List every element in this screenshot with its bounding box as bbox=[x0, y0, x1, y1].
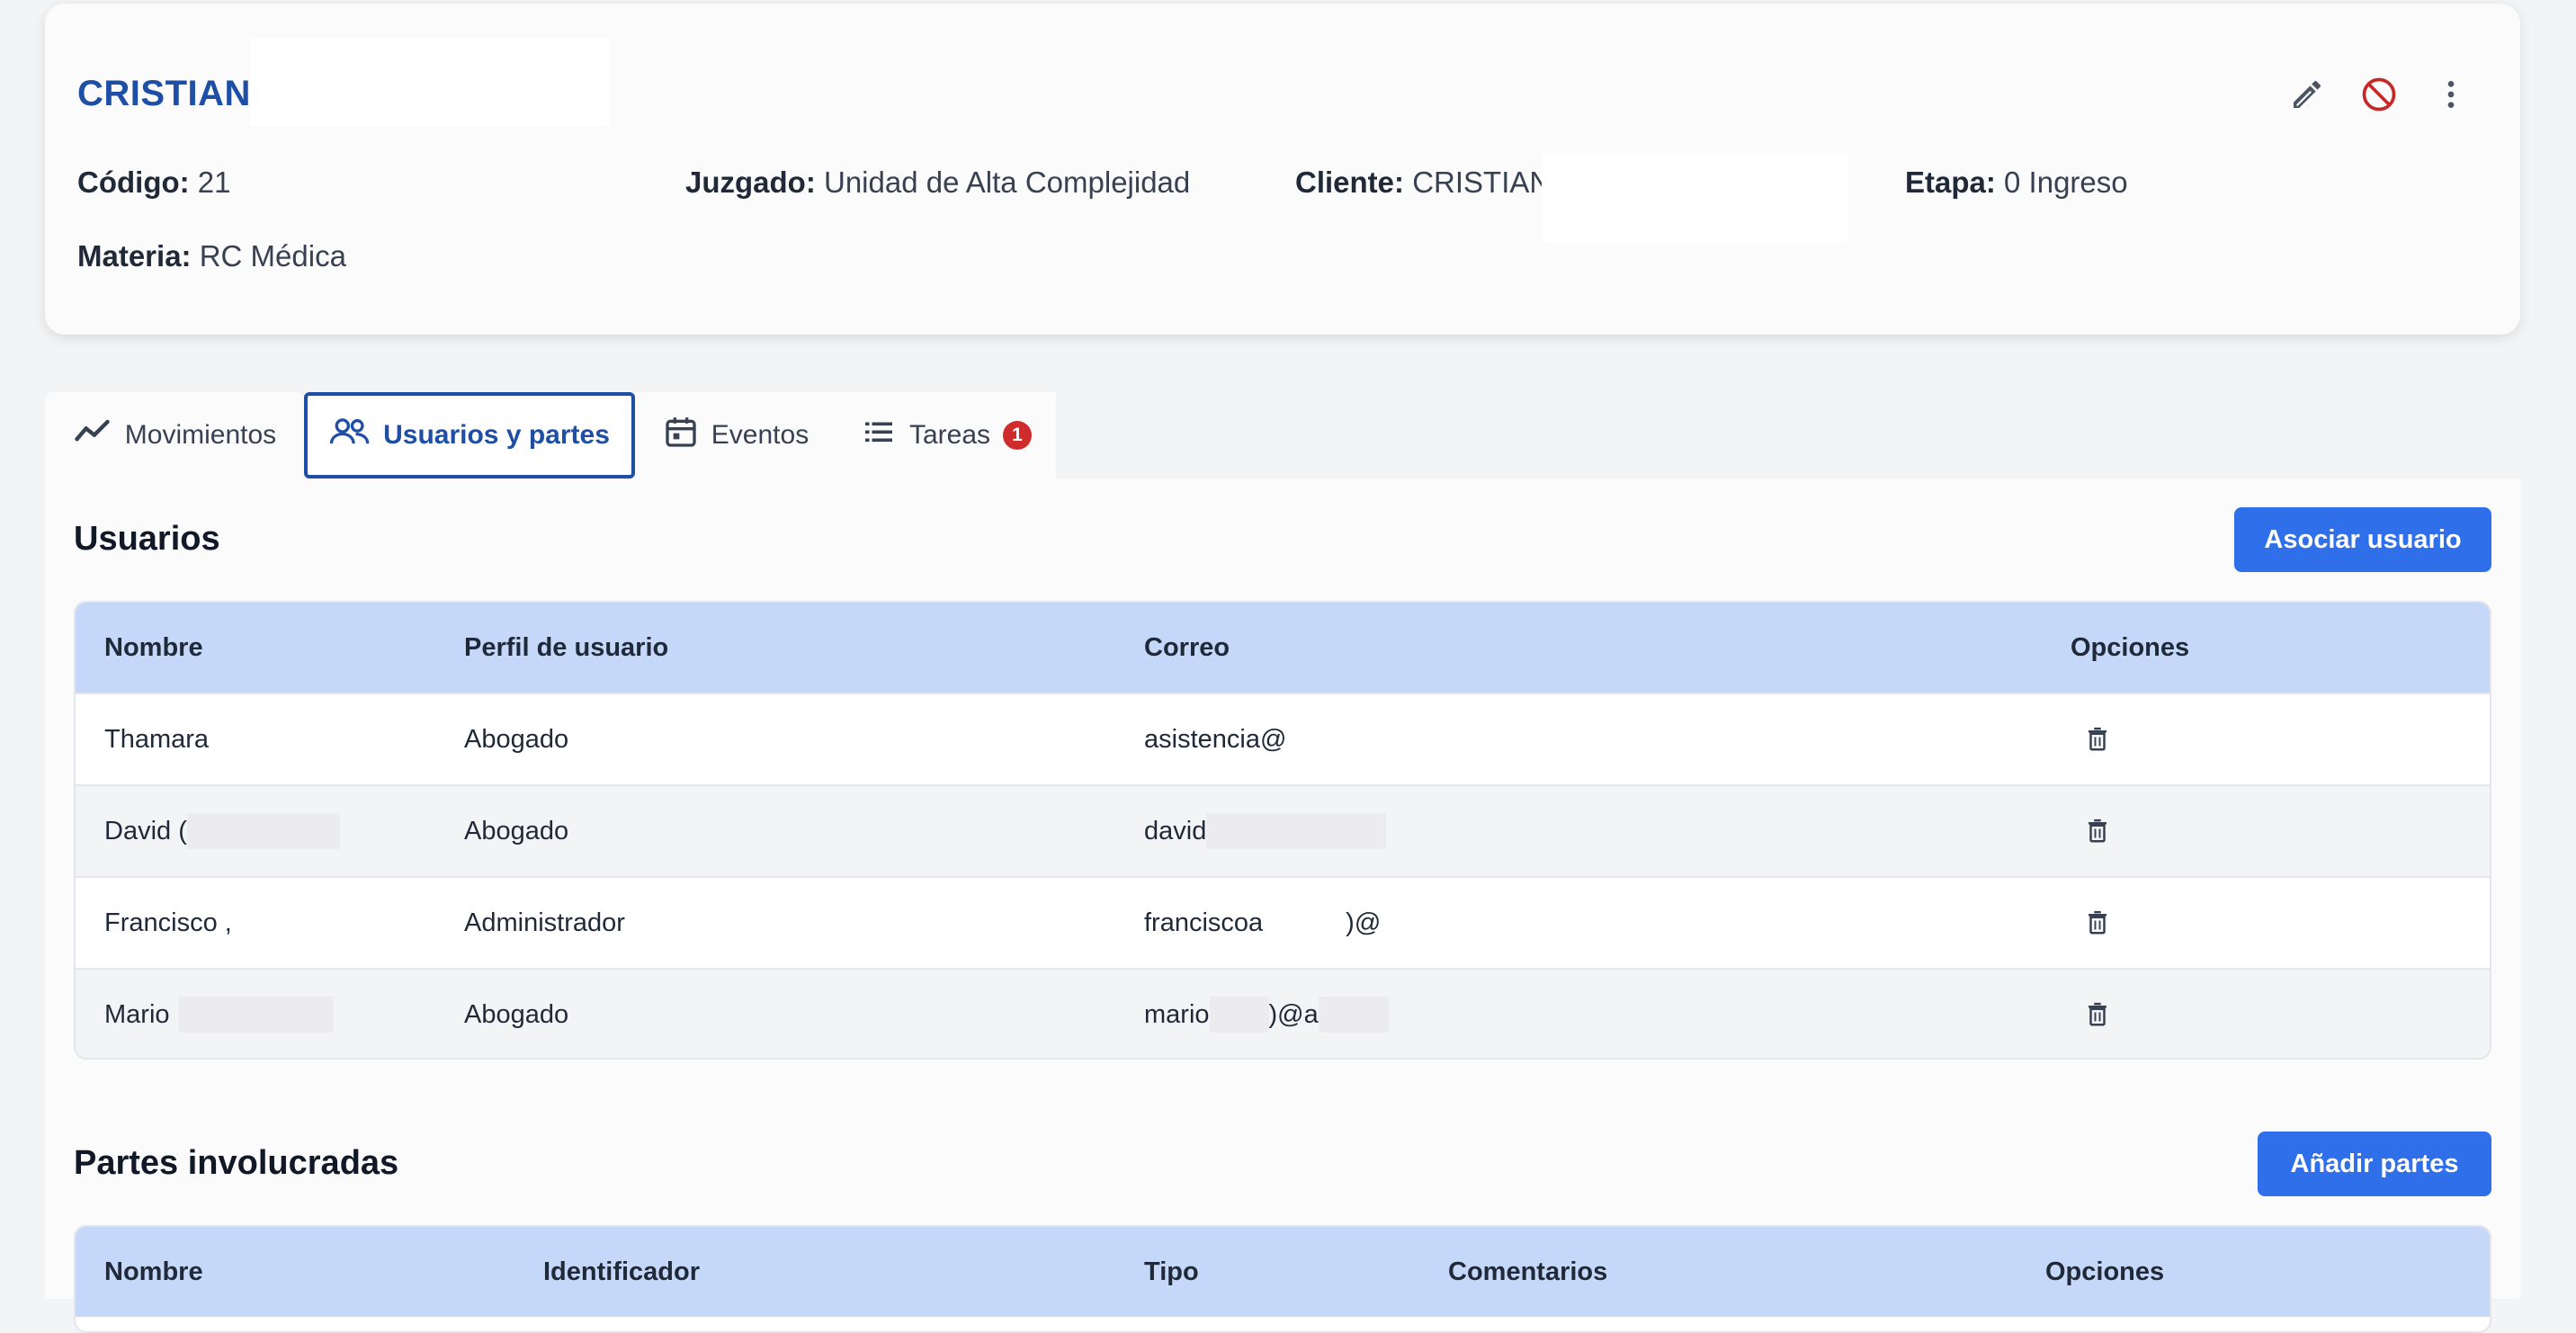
cell-perfil: Abogado bbox=[464, 999, 569, 1029]
table-row: Thamara Abogado asistencia@ bbox=[76, 693, 2490, 784]
asociar-usuario-button[interactable]: Asociar usuario bbox=[2234, 507, 2491, 572]
column-header: Correo bbox=[1144, 632, 1230, 662]
trending-icon bbox=[73, 412, 112, 459]
tab-label: Usuarios y partes bbox=[383, 420, 610, 450]
cell-nombre: David ( bbox=[104, 786, 340, 876]
tab-usuarios-y-partes[interactable]: Usuarios y partes bbox=[304, 392, 635, 479]
table-header: Nombre Perfil de usuario Correo Opciones bbox=[76, 603, 2490, 693]
tab-movimientos[interactable]: Movimientos bbox=[45, 392, 304, 479]
tab-bar: Movimientos Usuarios y partes Eventos Ta… bbox=[45, 392, 1056, 479]
cell-correo: david bbox=[1144, 786, 1387, 876]
column-header: Comentarios bbox=[1448, 1257, 1608, 1286]
cell-text: )@ bbox=[1346, 908, 1382, 937]
cell-nombre: Mario bbox=[104, 970, 334, 1058]
field-label: Materia: bbox=[77, 239, 192, 273]
field-label: Cliente: bbox=[1295, 166, 1405, 199]
delete-icon[interactable] bbox=[2080, 721, 2115, 757]
redacted-block bbox=[1263, 902, 1346, 944]
case-header-card: CRISTIAN Código: 21 Juzgado: Unidad de A… bbox=[45, 4, 2520, 335]
cell-text: mario bbox=[1144, 999, 1210, 1029]
delete-icon[interactable] bbox=[2080, 813, 2115, 849]
column-header: Perfil de usuario bbox=[464, 632, 669, 662]
cell-text: asistencia@ bbox=[1144, 724, 1287, 754]
cell-perfil: Abogado bbox=[464, 816, 569, 845]
field-cliente: Cliente: CRISTIAN bbox=[1295, 166, 1551, 200]
cell-opciones bbox=[2080, 786, 2115, 876]
cell-nombre: Thamara bbox=[104, 694, 371, 784]
cell-correo: mario )@a bbox=[1144, 970, 1389, 1058]
block-icon[interactable] bbox=[2358, 74, 2400, 115]
cell-nombre: Francisco , bbox=[104, 878, 376, 968]
table-row: Francisco , Administrador franciscoa )@ bbox=[76, 876, 2490, 968]
table-row: Mario Abogado mario )@a bbox=[76, 968, 2490, 1058]
table-header: Nombre Identificador Tipo Comentarios Op… bbox=[76, 1227, 2490, 1317]
cell-opciones bbox=[2080, 694, 2115, 784]
redacted-block bbox=[250, 38, 610, 126]
cell-text: Mario bbox=[104, 999, 170, 1029]
tab-eventos[interactable]: Eventos bbox=[635, 392, 836, 479]
redacted-block bbox=[1318, 997, 1389, 1033]
list-icon bbox=[861, 416, 897, 455]
column-header: Nombre bbox=[104, 632, 203, 662]
field-value: CRISTIAN bbox=[1412, 166, 1552, 199]
redacted-block bbox=[1209, 997, 1269, 1033]
users-icon bbox=[329, 414, 371, 457]
partes-table: Nombre Identificador Tipo Comentarios Op… bbox=[74, 1225, 2491, 1333]
cell-opciones bbox=[2080, 878, 2115, 968]
more-vert-icon[interactable] bbox=[2430, 74, 2472, 115]
cell-text: Francisco , bbox=[104, 908, 232, 937]
field-label: Etapa: bbox=[1905, 166, 1996, 199]
column-header: Opciones bbox=[2045, 1257, 2165, 1286]
field-materia: Materia: RC Médica bbox=[77, 239, 346, 273]
case-title: CRISTIAN bbox=[77, 74, 251, 113]
cell-text: Thamara bbox=[104, 724, 210, 754]
field-etapa: Etapa: 0 Ingreso bbox=[1905, 166, 2128, 200]
redacted-block bbox=[178, 997, 334, 1033]
column-header: Tipo bbox=[1144, 1257, 1199, 1286]
cell-correo: franciscoa )@ bbox=[1144, 878, 1525, 968]
column-header: Identificador bbox=[543, 1257, 701, 1286]
calendar-icon bbox=[663, 413, 699, 458]
usuarios-title: Usuarios bbox=[74, 520, 220, 558]
tab-tareas[interactable]: Tareas 1 bbox=[836, 392, 1056, 479]
field-label: Juzgado: bbox=[685, 166, 816, 199]
cell-perfil: Abogado bbox=[464, 724, 569, 754]
tab-label: Tareas bbox=[908, 420, 991, 450]
tab-label: Movimientos bbox=[124, 420, 277, 450]
redacted-block bbox=[1542, 153, 1847, 243]
notification-badge: 1 bbox=[1003, 421, 1033, 450]
field-value: 0 Ingreso bbox=[2004, 166, 2128, 199]
cell-text: David ( bbox=[104, 816, 187, 845]
delete-icon[interactable] bbox=[2080, 905, 2115, 941]
partes-title: Partes involucradas bbox=[74, 1144, 399, 1182]
delete-icon[interactable] bbox=[2080, 997, 2115, 1033]
cell-correo: asistencia@ bbox=[1144, 694, 1431, 784]
cell-opciones bbox=[2080, 970, 2115, 1058]
redacted-block bbox=[1381, 902, 1525, 944]
redacted-block bbox=[1286, 719, 1431, 760]
column-header: Nombre bbox=[104, 1257, 203, 1286]
field-label: Código: bbox=[77, 166, 190, 199]
field-value: 21 bbox=[197, 166, 231, 199]
header-actions bbox=[2286, 74, 2472, 115]
tab-label: Eventos bbox=[711, 420, 809, 450]
redacted-block bbox=[231, 902, 376, 944]
redacted-block bbox=[1206, 813, 1387, 849]
column-header: Opciones bbox=[2071, 632, 2190, 662]
cell-text: )@a bbox=[1268, 999, 1319, 1029]
cell-text: david bbox=[1144, 816, 1207, 845]
edit-icon[interactable] bbox=[2286, 74, 2328, 115]
field-value: Unidad de Alta Complejidad bbox=[824, 166, 1191, 199]
usuarios-table: Nombre Perfil de usuario Correo Opciones… bbox=[74, 601, 2491, 1060]
field-juzgado: Juzgado: Unidad de Alta Complejidad bbox=[685, 166, 1190, 200]
cell-perfil: Administrador bbox=[464, 908, 625, 937]
table-row: David ( Abogado david bbox=[76, 784, 2490, 876]
redacted-block bbox=[186, 813, 340, 849]
field-value: RC Médica bbox=[199, 239, 346, 273]
cell-text: franciscoa bbox=[1144, 908, 1264, 937]
main-panel: Usuarios Asociar usuario Nombre Perfil d… bbox=[45, 479, 2520, 1333]
anadir-partes-button[interactable]: Añadir partes bbox=[2258, 1132, 2491, 1196]
field-codigo: Código: 21 bbox=[77, 166, 231, 200]
redacted-block bbox=[209, 719, 371, 760]
